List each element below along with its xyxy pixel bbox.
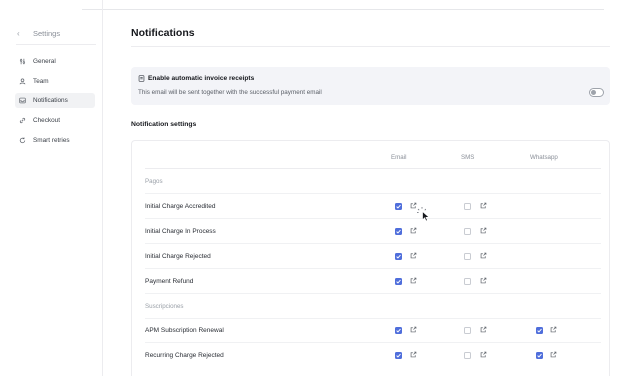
row-divider xyxy=(145,318,601,319)
sms-checkbox[interactable] xyxy=(464,203,471,210)
check-icon xyxy=(396,328,401,333)
row-label-initial-charge-rejected: Initial Charge Rejected xyxy=(145,253,211,260)
sidebar-item-label: Team xyxy=(33,78,49,85)
sms-checkbox[interactable] xyxy=(464,278,471,285)
email-checkbox[interactable] xyxy=(395,278,402,285)
user-icon xyxy=(19,78,26,85)
settings-sidebar: ‹ Settings General Team Notifications Ch… xyxy=(0,0,103,376)
email-checkbox[interactable] xyxy=(395,352,402,359)
external-link-icon[interactable] xyxy=(480,252,487,259)
row-label-initial-charge-in-process: Initial Charge In Process xyxy=(145,228,216,235)
column-header-whatsapp: Whatsapp xyxy=(530,154,558,161)
row-label-payment-refund: Payment Refund xyxy=(145,278,194,285)
external-link-icon[interactable] xyxy=(410,351,417,358)
toggle-knob xyxy=(591,90,596,95)
settings-back-label: Settings xyxy=(33,28,61,38)
sidebar-item-team[interactable]: Team xyxy=(15,74,95,89)
external-link-icon[interactable] xyxy=(480,326,487,333)
sidebar-item-general[interactable]: General xyxy=(15,54,95,69)
external-link-icon[interactable] xyxy=(480,202,487,209)
row-divider xyxy=(145,268,601,269)
mouse-cursor-icon xyxy=(417,207,430,222)
row-divider xyxy=(145,243,601,244)
email-checkbox[interactable] xyxy=(395,253,402,260)
sidebar-item-smart-retries[interactable]: Smart retries xyxy=(15,133,95,148)
check-icon xyxy=(396,204,401,209)
link-icon xyxy=(19,117,26,124)
check-icon xyxy=(396,353,401,358)
check-icon xyxy=(396,229,401,234)
column-header-email: Email xyxy=(391,154,407,161)
group-label-suscripciones: Suscripciones xyxy=(145,303,184,310)
group-label-pagos: Pagos xyxy=(145,178,163,185)
notification-settings-title: Notification settings xyxy=(131,121,197,128)
email-checkbox[interactable] xyxy=(395,327,402,334)
whatsapp-checkbox[interactable] xyxy=(536,327,543,334)
header-divider xyxy=(145,168,601,169)
refresh-icon xyxy=(19,137,26,144)
column-header-sms: SMS xyxy=(461,154,475,161)
sidebar-item-label: Smart retries xyxy=(33,137,70,144)
check-icon xyxy=(396,279,401,284)
receipt-icon xyxy=(138,75,145,82)
external-link-icon[interactable] xyxy=(410,252,417,259)
email-checkbox[interactable] xyxy=(395,203,402,210)
sms-checkbox[interactable] xyxy=(464,327,471,334)
title-divider xyxy=(131,46,610,47)
external-link-icon[interactable] xyxy=(480,277,487,284)
sidebar-divider xyxy=(16,44,96,45)
banner-subtitle: This email will be sent together with th… xyxy=(138,89,322,96)
external-link-icon[interactable] xyxy=(550,351,557,358)
sidebar-item-label: General xyxy=(33,58,56,65)
sidebar-item-label: Notifications xyxy=(33,97,68,104)
chevron-left-icon: ‹ xyxy=(17,28,20,38)
sliders-icon xyxy=(19,58,26,65)
external-link-icon[interactable] xyxy=(480,227,487,234)
row-label-initial-charge-accredited: Initial Charge Accredited xyxy=(145,203,216,210)
page-title: Notifications xyxy=(131,27,195,39)
external-link-icon[interactable] xyxy=(550,326,557,333)
sidebar-item-checkout[interactable]: Checkout xyxy=(15,113,95,128)
top-bar-line xyxy=(82,9,604,10)
email-checkbox[interactable] xyxy=(395,228,402,235)
row-divider xyxy=(145,342,601,343)
external-link-icon[interactable] xyxy=(410,326,417,333)
sms-checkbox[interactable] xyxy=(464,352,471,359)
check-icon xyxy=(537,353,542,358)
back-to-settings-link[interactable]: ‹ Settings xyxy=(17,27,60,39)
check-icon xyxy=(396,254,401,259)
invoice-receipts-toggle[interactable] xyxy=(589,88,604,97)
sidebar-item-label: Checkout xyxy=(33,117,60,124)
banner-title: Enable automatic invoice receipts xyxy=(148,75,255,82)
inbox-icon xyxy=(19,97,26,104)
external-link-icon[interactable] xyxy=(480,351,487,358)
row-divider xyxy=(145,218,601,219)
external-link-icon[interactable] xyxy=(410,227,417,234)
invoice-receipts-banner: Enable automatic invoice receipts This e… xyxy=(131,67,610,105)
row-label-apm-subscription-renewal: APM Subscription Renewal xyxy=(145,327,224,334)
sms-checkbox[interactable] xyxy=(464,228,471,235)
sidebar-item-notifications[interactable]: Notifications xyxy=(15,93,95,108)
row-divider xyxy=(145,193,601,194)
sms-checkbox[interactable] xyxy=(464,253,471,260)
check-icon xyxy=(537,328,542,333)
row-label-recurring-charge-rejected: Recurring Charge Rejected xyxy=(145,352,224,359)
external-link-icon[interactable] xyxy=(410,277,417,284)
row-divider xyxy=(145,293,601,294)
whatsapp-checkbox[interactable] xyxy=(536,352,543,359)
